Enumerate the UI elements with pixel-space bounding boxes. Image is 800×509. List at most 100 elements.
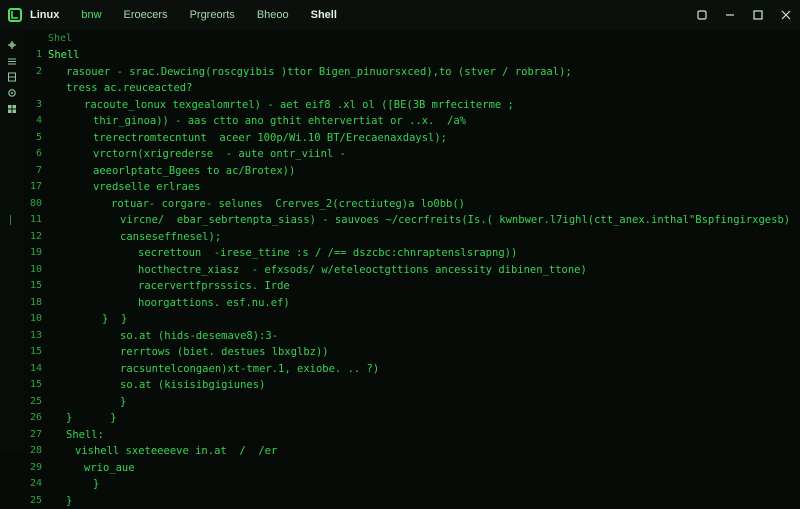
code-line[interactable]: tress ac.reuceacted?	[24, 80, 800, 97]
code-line[interactable]: 80 rotuar- corgare- selunes Crerves_2(cre…	[24, 196, 800, 213]
line-number: 12	[24, 229, 42, 246]
line-number: 29	[24, 460, 42, 477]
code-text: racoute_lonux texgealomrtel) - aet eif8 …	[84, 97, 514, 114]
code-text: canseseffnesel);	[120, 229, 221, 246]
code-text: thir_ginoa)) - aas ctto ano gthit ehterv…	[93, 113, 466, 130]
line-number: 7	[24, 163, 42, 180]
code-line[interactable]: 10 } }	[24, 311, 800, 328]
code-line[interactable]: 27 Shell:	[24, 427, 800, 444]
code-text: Shell:	[66, 427, 104, 444]
line-number: 25	[24, 493, 42, 509]
code-text: rerrtows (biet. destues lbxglbz))	[120, 344, 329, 361]
code-line[interactable]: 18 hoorgattions. esf.nu.ef)	[24, 295, 800, 312]
maximize-icon	[753, 10, 763, 20]
code-text: racsuntelcongaen)xt-tmer.1, exiobe. .. ?…	[120, 361, 379, 378]
code-line[interactable]: 24}	[24, 476, 800, 493]
line-number: 10	[24, 262, 42, 279]
code-line[interactable]: 6vrctorn(xrigrederse - aute ontr_viinl -	[24, 146, 800, 163]
code-line[interactable]: 4 thir_ginoa)) - aas ctto ano gthit ehter…	[24, 113, 800, 130]
code-line[interactable]: 25}	[24, 493, 800, 509]
code-text: hoorgattions. esf.nu.ef)	[138, 295, 290, 312]
code-editor[interactable]: Shel 1Shell2rasouer - srac.Dewcing(roscg…	[24, 30, 800, 450]
menu-item-shell[interactable]: Shell	[311, 9, 337, 21]
code-line[interactable]: 15 so.at (kisisibgigiunes)	[24, 377, 800, 394]
line-number: 26	[24, 410, 42, 427]
line-number: 19	[24, 245, 42, 262]
line-number: 15	[24, 377, 42, 394]
code-line[interactable]: 3 racoute_lonux texgealomrtel) - aet eif8…	[24, 97, 800, 114]
menu-item-3[interactable]: Prgreorts	[190, 9, 235, 21]
menu-item-4[interactable]: Bheoo	[257, 9, 289, 21]
code-line[interactable]: 15 rerrtows (biet. destues lbxglbz))	[24, 344, 800, 361]
scroll-marker	[10, 215, 11, 225]
title-bar: Linux bnw Eroecers Prgreorts Bheoo Shell	[0, 0, 800, 30]
files-icon[interactable]	[7, 72, 17, 82]
code-line[interactable]: 2rasouer - srac.Dewcing(roscgyibis )ttor…	[24, 64, 800, 81]
menu-item-1[interactable]: bnw	[81, 9, 101, 21]
code-line[interactable]: 25}	[24, 394, 800, 411]
line-number: 25	[24, 394, 42, 411]
editor-tab-label: Shel	[48, 33, 72, 44]
line-number: 15	[24, 278, 42, 295]
code-line[interactable]: 1Shell	[24, 47, 800, 64]
activity-bar	[0, 30, 24, 450]
code-text: } }	[102, 311, 127, 328]
line-number: 17	[24, 179, 42, 196]
line-number: 15	[24, 344, 42, 361]
line-number: 10	[24, 311, 42, 328]
code-text: }	[93, 476, 99, 493]
line-number: 6	[24, 146, 42, 163]
code-text: }	[120, 394, 126, 411]
code-line[interactable]: 7 aeeorlptatc_Bgees to ac/Brotex))	[24, 163, 800, 180]
code-text: rotuar- corgare- selunes Crerves_2(crect…	[111, 196, 465, 213]
settings-icon[interactable]	[7, 88, 17, 98]
line-number: 5	[24, 130, 42, 147]
code-line[interactable]: 17vredselle erlraes	[24, 179, 800, 196]
app-name: Linux	[30, 9, 59, 21]
code-text: rasouer - srac.Dewcing(roscgyibis )ttor …	[66, 64, 572, 81]
code-line[interactable]: 11 vircne/ ebar_sebrtenpta_siass) - sauvo…	[24, 212, 800, 229]
line-number: 27	[24, 427, 42, 444]
code-line[interactable]: 13 so.at (hids-desemave8):3-	[24, 328, 800, 345]
line-number: 28	[24, 443, 42, 460]
code-text: vircne/ ebar_sebrtenpta_siass) - sauvoes…	[120, 212, 790, 229]
minimize-icon	[725, 10, 735, 20]
move-icon[interactable]	[7, 40, 17, 50]
minimize-button[interactable]	[716, 0, 744, 30]
line-number: 14	[24, 361, 42, 378]
code-line[interactable]: 29wrio_aue	[24, 460, 800, 477]
code-line[interactable]: 5trerectromtecntunt aceer 100p/Wi.10 BT/…	[24, 130, 800, 147]
line-number: 4	[24, 113, 42, 130]
list-icon[interactable]	[7, 56, 17, 66]
code-text: }	[66, 493, 72, 509]
code-text: vishell sxeteeeeve in.at / /er	[75, 443, 277, 460]
line-number: 1	[24, 47, 42, 64]
line-number: 3	[24, 97, 42, 114]
code-text: so.at (kisisibgigiunes)	[120, 377, 265, 394]
code-text: hocthectre_xiasz - efxsods/ w/eteleoctgt…	[138, 262, 587, 279]
extensions-icon[interactable]	[7, 104, 17, 114]
menu-item-2[interactable]: Eroecers	[124, 9, 168, 21]
code-text: tress ac.reuceacted?	[66, 80, 192, 97]
code-text: so.at (hids-desemave8):3-	[120, 328, 278, 345]
code-line[interactable]: 28 vishell sxeteeeeve in.at / /er	[24, 443, 800, 460]
close-button[interactable]	[772, 0, 800, 30]
code-line[interactable]: 19 secrettoun -irese_ttine :s / /== dszcb…	[24, 245, 800, 262]
code-text: aeeorlptatc_Bgees to ac/Brotex))	[93, 163, 295, 180]
maximize-button[interactable]	[744, 0, 772, 30]
line-number: 13	[24, 328, 42, 345]
close-icon	[781, 10, 791, 20]
restore-icon	[697, 10, 707, 20]
code-line[interactable]: 12 canseseffnesel);	[24, 229, 800, 246]
restore-button[interactable]	[688, 0, 716, 30]
line-number: 11	[24, 212, 42, 229]
line-number: 18	[24, 295, 42, 312]
code-line[interactable]: 15 racervertfprsssics. Irde	[24, 278, 800, 295]
code-line[interactable]: 10 hocthectre_xiasz - efxsods/ w/eteleoct…	[24, 262, 800, 279]
code-line[interactable]: 26} }	[24, 410, 800, 427]
code-text: secrettoun -irese_ttine :s / /== dszcbc:…	[138, 245, 517, 262]
code-line[interactable]: 14 racsuntelcongaen)xt-tmer.1, exiobe. ..…	[24, 361, 800, 378]
app-logo-icon	[8, 8, 22, 22]
line-number: 80	[24, 196, 42, 213]
code-text: racervertfprsssics. Irde	[138, 278, 290, 295]
